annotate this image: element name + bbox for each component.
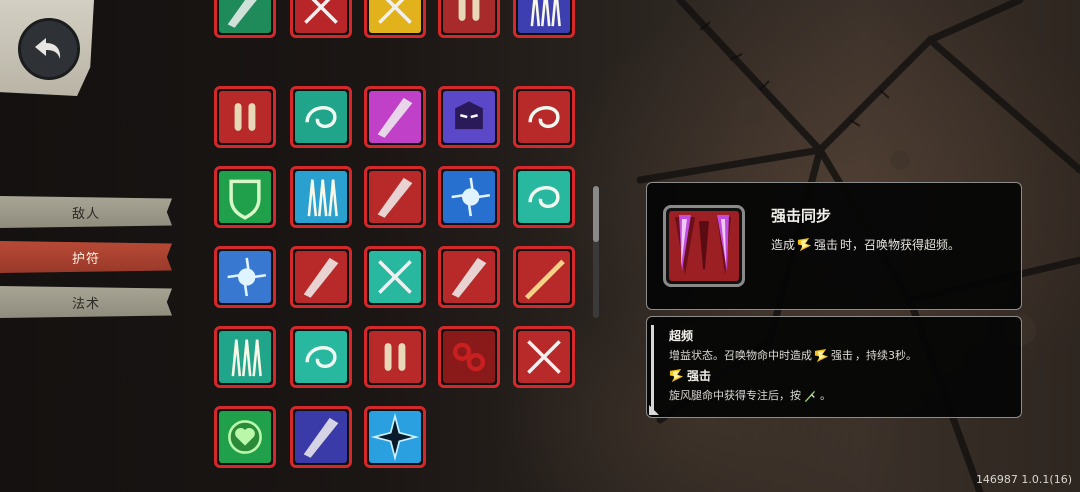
scrollbar[interactable]: [593, 186, 599, 318]
green-blade-icon: [219, 0, 271, 33]
charm-slot[interactable]: [513, 246, 575, 308]
crossed-swords-icon: [295, 0, 347, 33]
teal-gust-icon: [295, 331, 347, 383]
charm-slot[interactable]: [290, 0, 352, 38]
detail-title: 强击同步: [771, 207, 832, 225]
charm-slot[interactable]: [214, 326, 276, 388]
keyword-overclock-title: 超频: [669, 327, 693, 344]
keyword-overclock-desc-suffix: ，持续3秒。: [855, 349, 917, 362]
fist-bump-icon: [443, 251, 495, 303]
scroll-thumb[interactable]: [593, 186, 599, 242]
charm-slot[interactable]: [513, 166, 575, 228]
tab-charms-label: 护符: [71, 251, 100, 267]
golden-beam-icon: [518, 251, 570, 303]
charm-slot[interactable]: [214, 166, 276, 228]
keyword-strike-desc-suffix: 。: [820, 389, 831, 402]
masked-ninja-icon: [443, 91, 495, 143]
back-button[interactable]: [18, 18, 80, 80]
strike-sync-icon: [663, 205, 745, 287]
charm-slot[interactable]: [290, 326, 352, 388]
crossed-knives-icon: [518, 331, 570, 383]
detail-desc-keyword: 强击: [814, 238, 839, 252]
charm-slot[interactable]: [364, 246, 426, 308]
version-label: 146987 1.0.1(16): [975, 473, 1072, 486]
green-heart-icon: [219, 411, 271, 463]
purple-splash-icon: [369, 91, 421, 143]
keyword-overclock-desc-prefix: 增益状态。召唤物命中时造成: [669, 349, 812, 362]
charm-slot[interactable]: [290, 86, 352, 148]
charm-slot[interactable]: [438, 246, 500, 308]
keyword-overclock-desc: 增益状态。召唤物命中时造成 强击 ，持续3秒。: [669, 347, 917, 363]
ammo-cartridges-icon: [443, 0, 495, 33]
blue-spikes-icon: [518, 0, 570, 33]
tab-spells-label: 法术: [71, 296, 100, 312]
charm-slot[interactable]: [214, 406, 276, 468]
keyword-strike-desc-prefix: 旋风腿命中获得专注后，按: [669, 389, 801, 402]
charm-slot[interactable]: [364, 406, 426, 468]
keyword-divider-bar: [651, 325, 654, 411]
charm-slot[interactable]: [214, 0, 276, 38]
keyword-panel: 超频 增益状态。召唤物命中时造成 强击 ，持续3秒。 强击 旋风腿命中获得专注后…: [646, 316, 1022, 418]
blue-star-icon: [369, 411, 421, 463]
detail-desc-prefix: 造成: [771, 238, 796, 252]
keyword-strike-title: 强击: [669, 367, 711, 384]
charm-slot[interactable]: [364, 0, 426, 38]
strike-icon: [669, 368, 684, 383]
tab-charms[interactable]: 护符: [0, 241, 172, 273]
green-spears-icon: [219, 331, 271, 383]
blue-impact-icon: [219, 251, 271, 303]
corner-notch-icon: [649, 405, 659, 415]
bullet-pair-icon: [219, 91, 271, 143]
back-arrow-icon: [35, 38, 61, 59]
teal-cross-slash-icon: [369, 251, 421, 303]
charm-slot[interactable]: [214, 246, 276, 308]
red-bullets-icon: [369, 331, 421, 383]
charm-slot[interactable]: [290, 246, 352, 308]
blue-burst-icon: [443, 171, 495, 223]
charm-slot[interactable]: [438, 86, 500, 148]
axe-strike-icon: [295, 251, 347, 303]
teal-wind-icon: [518, 171, 570, 223]
tab-enemies[interactable]: 敌人: [0, 196, 172, 228]
charm-slot[interactable]: [513, 0, 575, 38]
detail-desc-suffix: 时，召唤物获得超频。: [840, 238, 961, 252]
charm-slot[interactable]: [364, 86, 426, 148]
red-slash-icon: [369, 171, 421, 223]
keyword-overclock-desc-keyword: 强击: [831, 349, 853, 362]
strike-icon: [797, 237, 812, 252]
charm-slot[interactable]: [364, 326, 426, 388]
charm-slot[interactable]: [438, 0, 500, 38]
tab-enemies-label: 敌人: [71, 206, 100, 222]
charm-slot[interactable]: [290, 406, 352, 468]
charm-detail-panel: 强击同步 造成 强击 时，召唤物获得超频。: [646, 182, 1022, 310]
keyword-overclock-title-text: 超频: [669, 329, 694, 343]
charm-slot[interactable]: [438, 166, 500, 228]
dark-knuckles-icon: [443, 331, 495, 383]
dagger-icon: [804, 390, 816, 402]
charm-slot[interactable]: [214, 86, 276, 148]
tab-spells[interactable]: 法术: [0, 286, 172, 318]
keyword-strike-desc: 旋风腿命中获得专注后，按 。: [669, 387, 831, 403]
blue-bracket-icon: [295, 411, 347, 463]
charm-slot[interactable]: [438, 326, 500, 388]
green-shield-icon: [219, 171, 271, 223]
charm-slot[interactable]: [364, 166, 426, 228]
keyword-strike-title-text: 强击: [687, 369, 712, 383]
golden-daggers-icon: [369, 0, 421, 33]
charm-slot[interactable]: [513, 86, 575, 148]
red-swirl-icon: [518, 91, 570, 143]
strike-icon: [814, 348, 829, 362]
detail-description: 造成 强击 时，召唤物获得超频。: [771, 236, 960, 253]
charm-slot[interactable]: [513, 326, 575, 388]
yellow-arrows-icon: [295, 171, 347, 223]
teal-vortex-icon: [295, 91, 347, 143]
charm-slot[interactable]: [290, 166, 352, 228]
